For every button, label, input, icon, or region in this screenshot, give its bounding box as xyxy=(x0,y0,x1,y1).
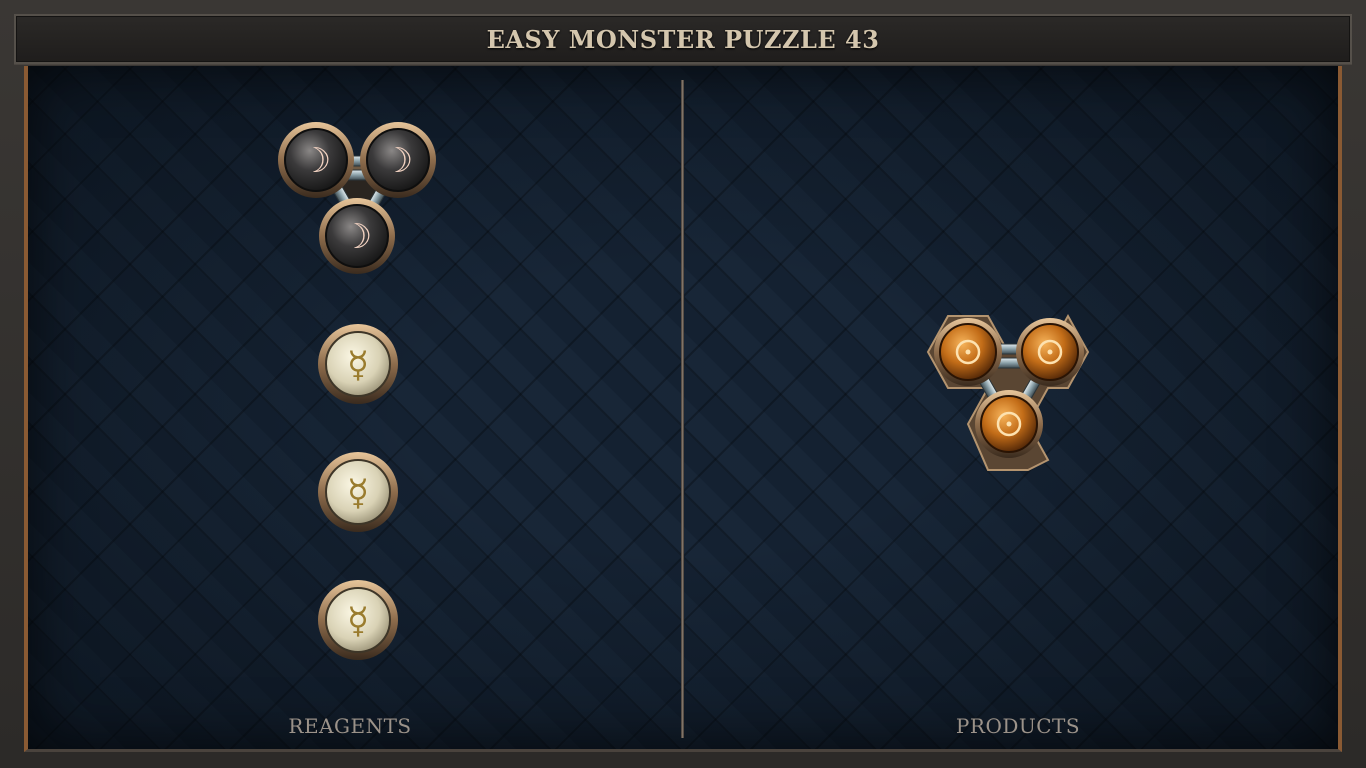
gold-atom[interactable] xyxy=(934,318,1002,386)
game-window: EASY MONSTER PUZZLE 43 ☽ ☽ ☽ ☿ ☿ ☿ REAGE… xyxy=(0,0,1366,768)
silver-atom[interactable]: ☽ xyxy=(278,122,354,198)
silver-atom[interactable]: ☽ xyxy=(319,198,395,274)
moon-icon: ☽ xyxy=(301,141,331,181)
gold-atom[interactable] xyxy=(1016,318,1084,386)
product-gold-molecule[interactable] xyxy=(924,306,1096,476)
reagent-quicksilver-atom-2[interactable]: ☿ xyxy=(316,450,400,534)
reagent-silver-molecule[interactable]: ☽ ☽ ☽ xyxy=(270,118,450,283)
mercury-icon: ☿ xyxy=(347,473,369,514)
silver-atom[interactable]: ☽ xyxy=(360,122,436,198)
products-label: PRODUCTS xyxy=(955,714,1081,738)
reagents-label: REAGENTS xyxy=(288,714,412,738)
mercury-icon: ☿ xyxy=(347,345,369,386)
mercury-icon: ☿ xyxy=(347,601,369,642)
gold-atom[interactable] xyxy=(975,390,1043,458)
reagent-quicksilver-atom-1[interactable]: ☿ xyxy=(316,322,400,406)
puzzle-title: EASY MONSTER PUZZLE 43 xyxy=(486,24,880,54)
moon-icon: ☽ xyxy=(342,217,372,257)
moon-icon: ☽ xyxy=(383,141,413,181)
reagent-quicksilver-atom-3[interactable]: ☿ xyxy=(316,578,400,662)
title-bar: EASY MONSTER PUZZLE 43 xyxy=(14,14,1352,64)
panel-divider xyxy=(681,80,684,738)
